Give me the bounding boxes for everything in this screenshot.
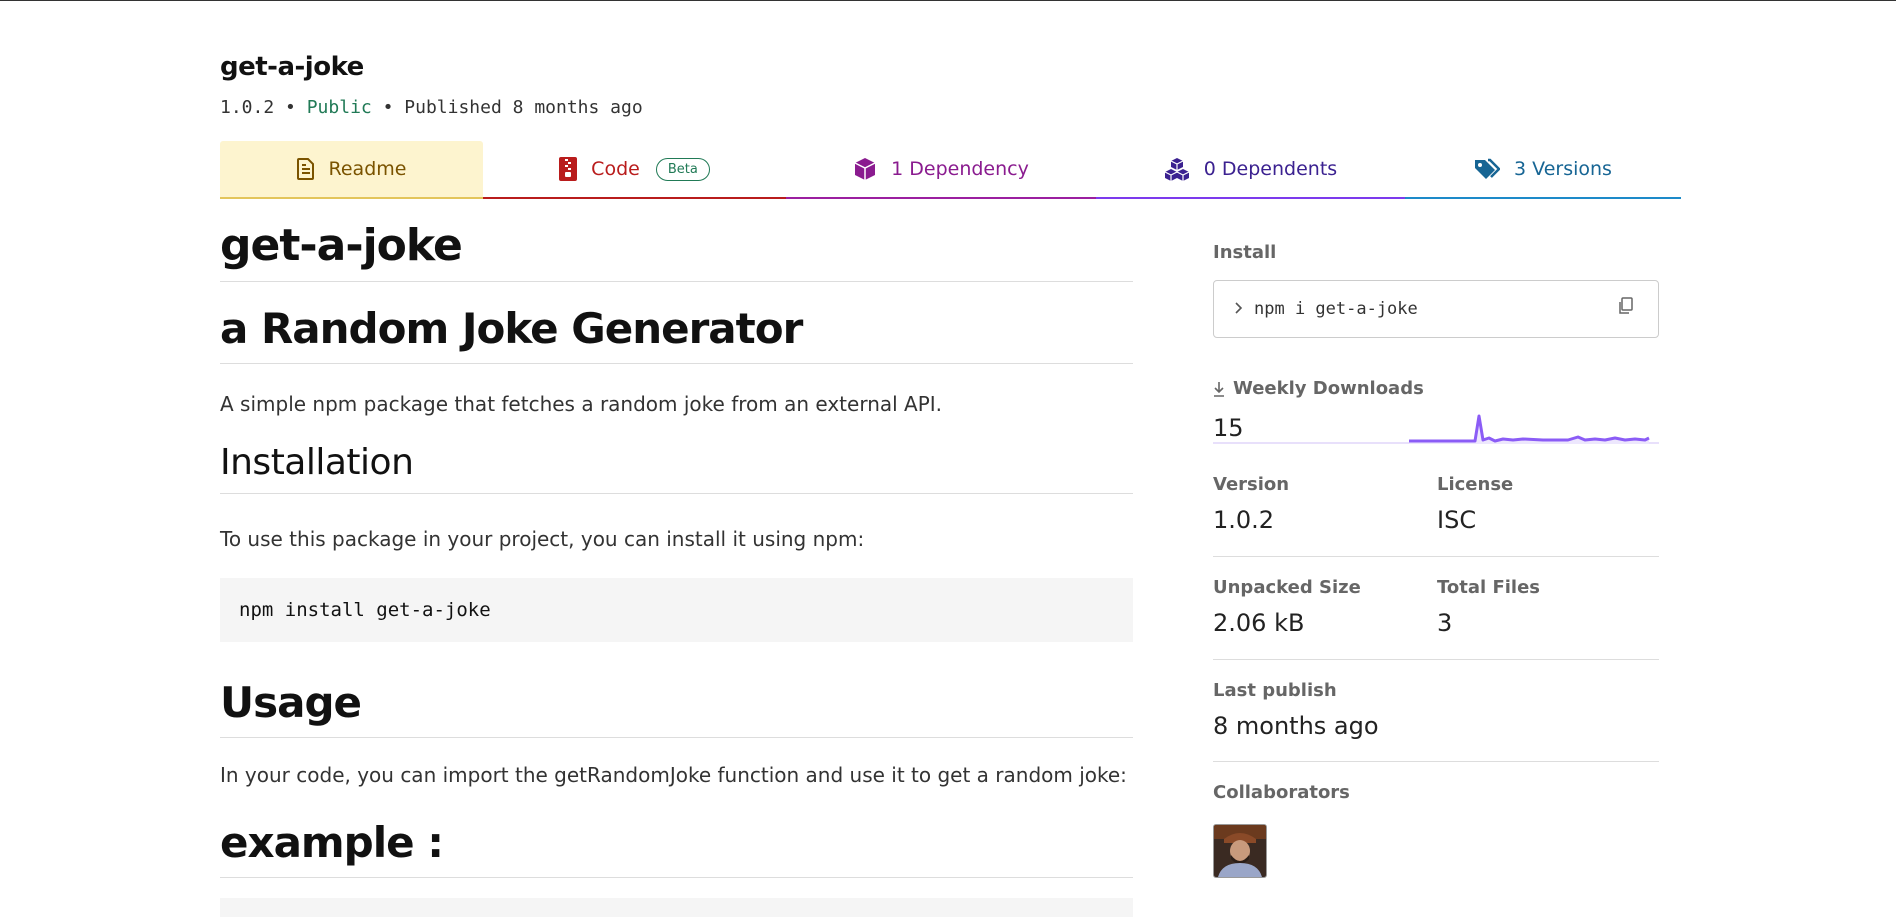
license-value: ISC	[1437, 506, 1477, 534]
tab-versions[interactable]: 3 Versions	[1405, 141, 1681, 199]
tab-dependencies-label: 1 Dependency	[891, 158, 1029, 180]
visibility-badge: Public	[306, 97, 372, 118]
total-files-value: 3	[1437, 609, 1453, 637]
box-icon	[853, 157, 877, 181]
tags-icon	[1474, 158, 1501, 180]
weekly-downloads-header: Weekly Downloads	[1213, 378, 1424, 399]
version-value: 1.0.2	[1213, 506, 1275, 534]
package-meta: 1.0.2 • Public • Published 8 months ago	[220, 97, 643, 118]
total-files-label: Total Files	[1437, 577, 1540, 598]
download-arrow-icon	[1213, 381, 1225, 397]
unpacked-size-label: Unpacked Size	[1213, 577, 1361, 598]
readme-title: get-a-joke	[220, 220, 1133, 282]
top-border	[0, 0, 1896, 1]
example-heading: example :	[220, 818, 1133, 878]
boxes-icon	[1164, 157, 1190, 181]
example-code-block	[220, 898, 1133, 917]
document-icon	[296, 158, 315, 180]
tab-code-label: Code	[591, 158, 640, 180]
meta-separator: •	[285, 97, 296, 118]
install-command: npm i get-a-joke	[1254, 299, 1418, 319]
package-tabs: Readme Code Beta 1 Dependency 0 Dependen…	[220, 141, 1681, 199]
usage-heading: Usage	[220, 678, 1133, 738]
license-label: License	[1437, 474, 1514, 495]
copy-icon[interactable]	[1618, 297, 1634, 320]
installation-text: To use this package in your project, you…	[220, 527, 865, 551]
install-command-box[interactable]: npm i get-a-joke	[1213, 280, 1659, 338]
tab-readme-label: Readme	[328, 158, 407, 180]
tab-readme[interactable]: Readme	[220, 141, 483, 199]
tab-versions-label: 3 Versions	[1514, 158, 1612, 180]
install-code: npm install get-a-joke	[239, 599, 491, 621]
last-publish-label: Last publish	[1213, 680, 1337, 701]
install-label: Install	[1213, 242, 1277, 263]
installation-heading: Installation	[220, 442, 1133, 494]
package-title: get-a-joke	[220, 52, 364, 82]
tab-dependencies[interactable]: 1 Dependency	[786, 141, 1096, 199]
downloads-sparkline	[1213, 414, 1659, 444]
collaborator-avatar[interactable]	[1213, 824, 1267, 878]
tab-dependents-label: 0 Dependents	[1203, 158, 1338, 180]
collaborators-label: Collaborators	[1213, 782, 1350, 803]
prompt-chevron-icon	[1234, 300, 1244, 319]
readme-intro: A simple npm package that fetches a rand…	[220, 392, 943, 416]
zip-file-icon	[559, 157, 578, 181]
sidebar-divider-3	[1213, 761, 1659, 762]
meta-separator-2: •	[382, 97, 394, 118]
published-time: Published 8 months ago	[404, 97, 643, 118]
install-code-block: npm install get-a-joke	[220, 578, 1133, 642]
sidebar-divider	[1213, 556, 1659, 557]
sidebar-divider-2	[1213, 659, 1659, 660]
tab-dependents[interactable]: 0 Dependents	[1096, 141, 1405, 199]
readme-subtitle: a Random Joke Generator	[220, 304, 1133, 364]
usage-text: In your code, you can import the getRand…	[220, 763, 1127, 787]
beta-badge: Beta	[655, 157, 710, 181]
tab-code[interactable]: Code Beta	[483, 141, 786, 199]
version-label: Version	[1213, 474, 1290, 495]
unpacked-size-value: 2.06 kB	[1213, 609, 1305, 637]
weekly-downloads-label: Weekly Downloads	[1233, 378, 1424, 399]
package-version: 1.0.2	[220, 97, 275, 118]
last-publish-value: 8 months ago	[1213, 712, 1379, 740]
